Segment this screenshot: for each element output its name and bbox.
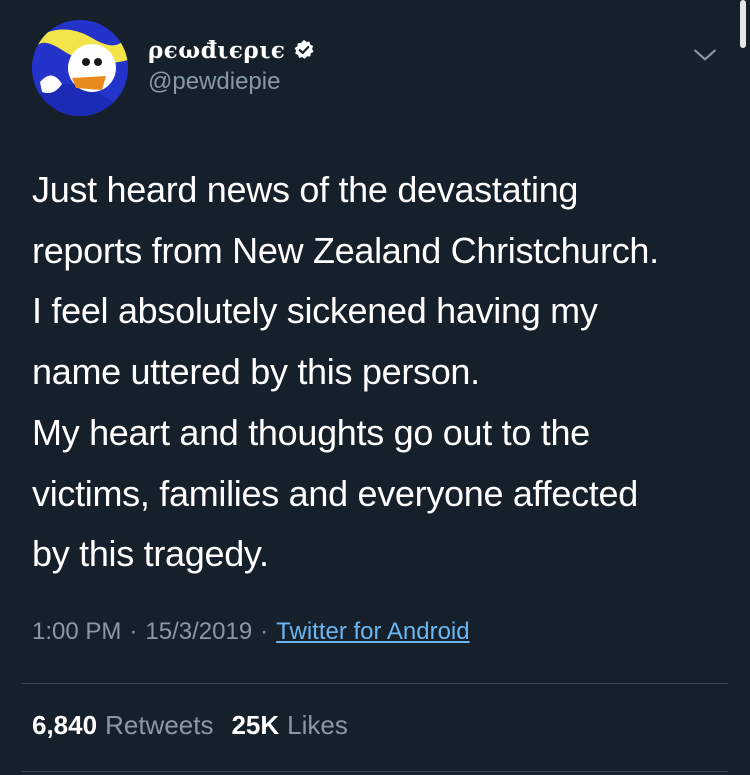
tweet-meta: 1:00 PM · 15/3/2019 · Twitter for Androi… [32, 618, 470, 646]
retweets-stat[interactable]: 6,840 Retweets [32, 710, 213, 741]
tweet-source-link[interactable]: Twitter for Android [276, 618, 469, 646]
tweet-time: 1:00 PM [32, 618, 122, 645]
likes-label: Likes [287, 710, 348, 740]
tweet-date: 15/3/2019 [145, 618, 253, 645]
display-name[interactable]: ρєωđιєριє [148, 37, 285, 64]
tweet-text: Just heard news of the devastating repor… [32, 169, 659, 575]
divider [22, 771, 728, 772]
user-handle[interactable]: @pewdiepie [148, 68, 315, 96]
chevron-down-icon[interactable] [692, 42, 718, 68]
avatar-image [32, 20, 128, 116]
retweets-label: Retweets [105, 710, 214, 740]
avatar[interactable] [32, 20, 128, 116]
divider [22, 683, 728, 684]
meta-separator: · [129, 618, 138, 645]
user-names: ρєωđιєριє @pewdiepie [148, 36, 315, 96]
display-name-row: ρєωđιєριє [148, 36, 315, 64]
verified-badge-icon [295, 39, 314, 59]
likes-stat[interactable]: 25K Likes [231, 710, 347, 741]
retweets-count: 6,840 [32, 710, 98, 740]
tweet-stats: 6,840 Retweets 25K Likes [32, 710, 366, 741]
tweet-header: ρєωđιєριє @pewdiepie [32, 20, 722, 120]
meta-separator: · [260, 618, 269, 645]
scrollbar[interactable] [740, 0, 746, 48]
likes-count: 25K [231, 710, 280, 740]
